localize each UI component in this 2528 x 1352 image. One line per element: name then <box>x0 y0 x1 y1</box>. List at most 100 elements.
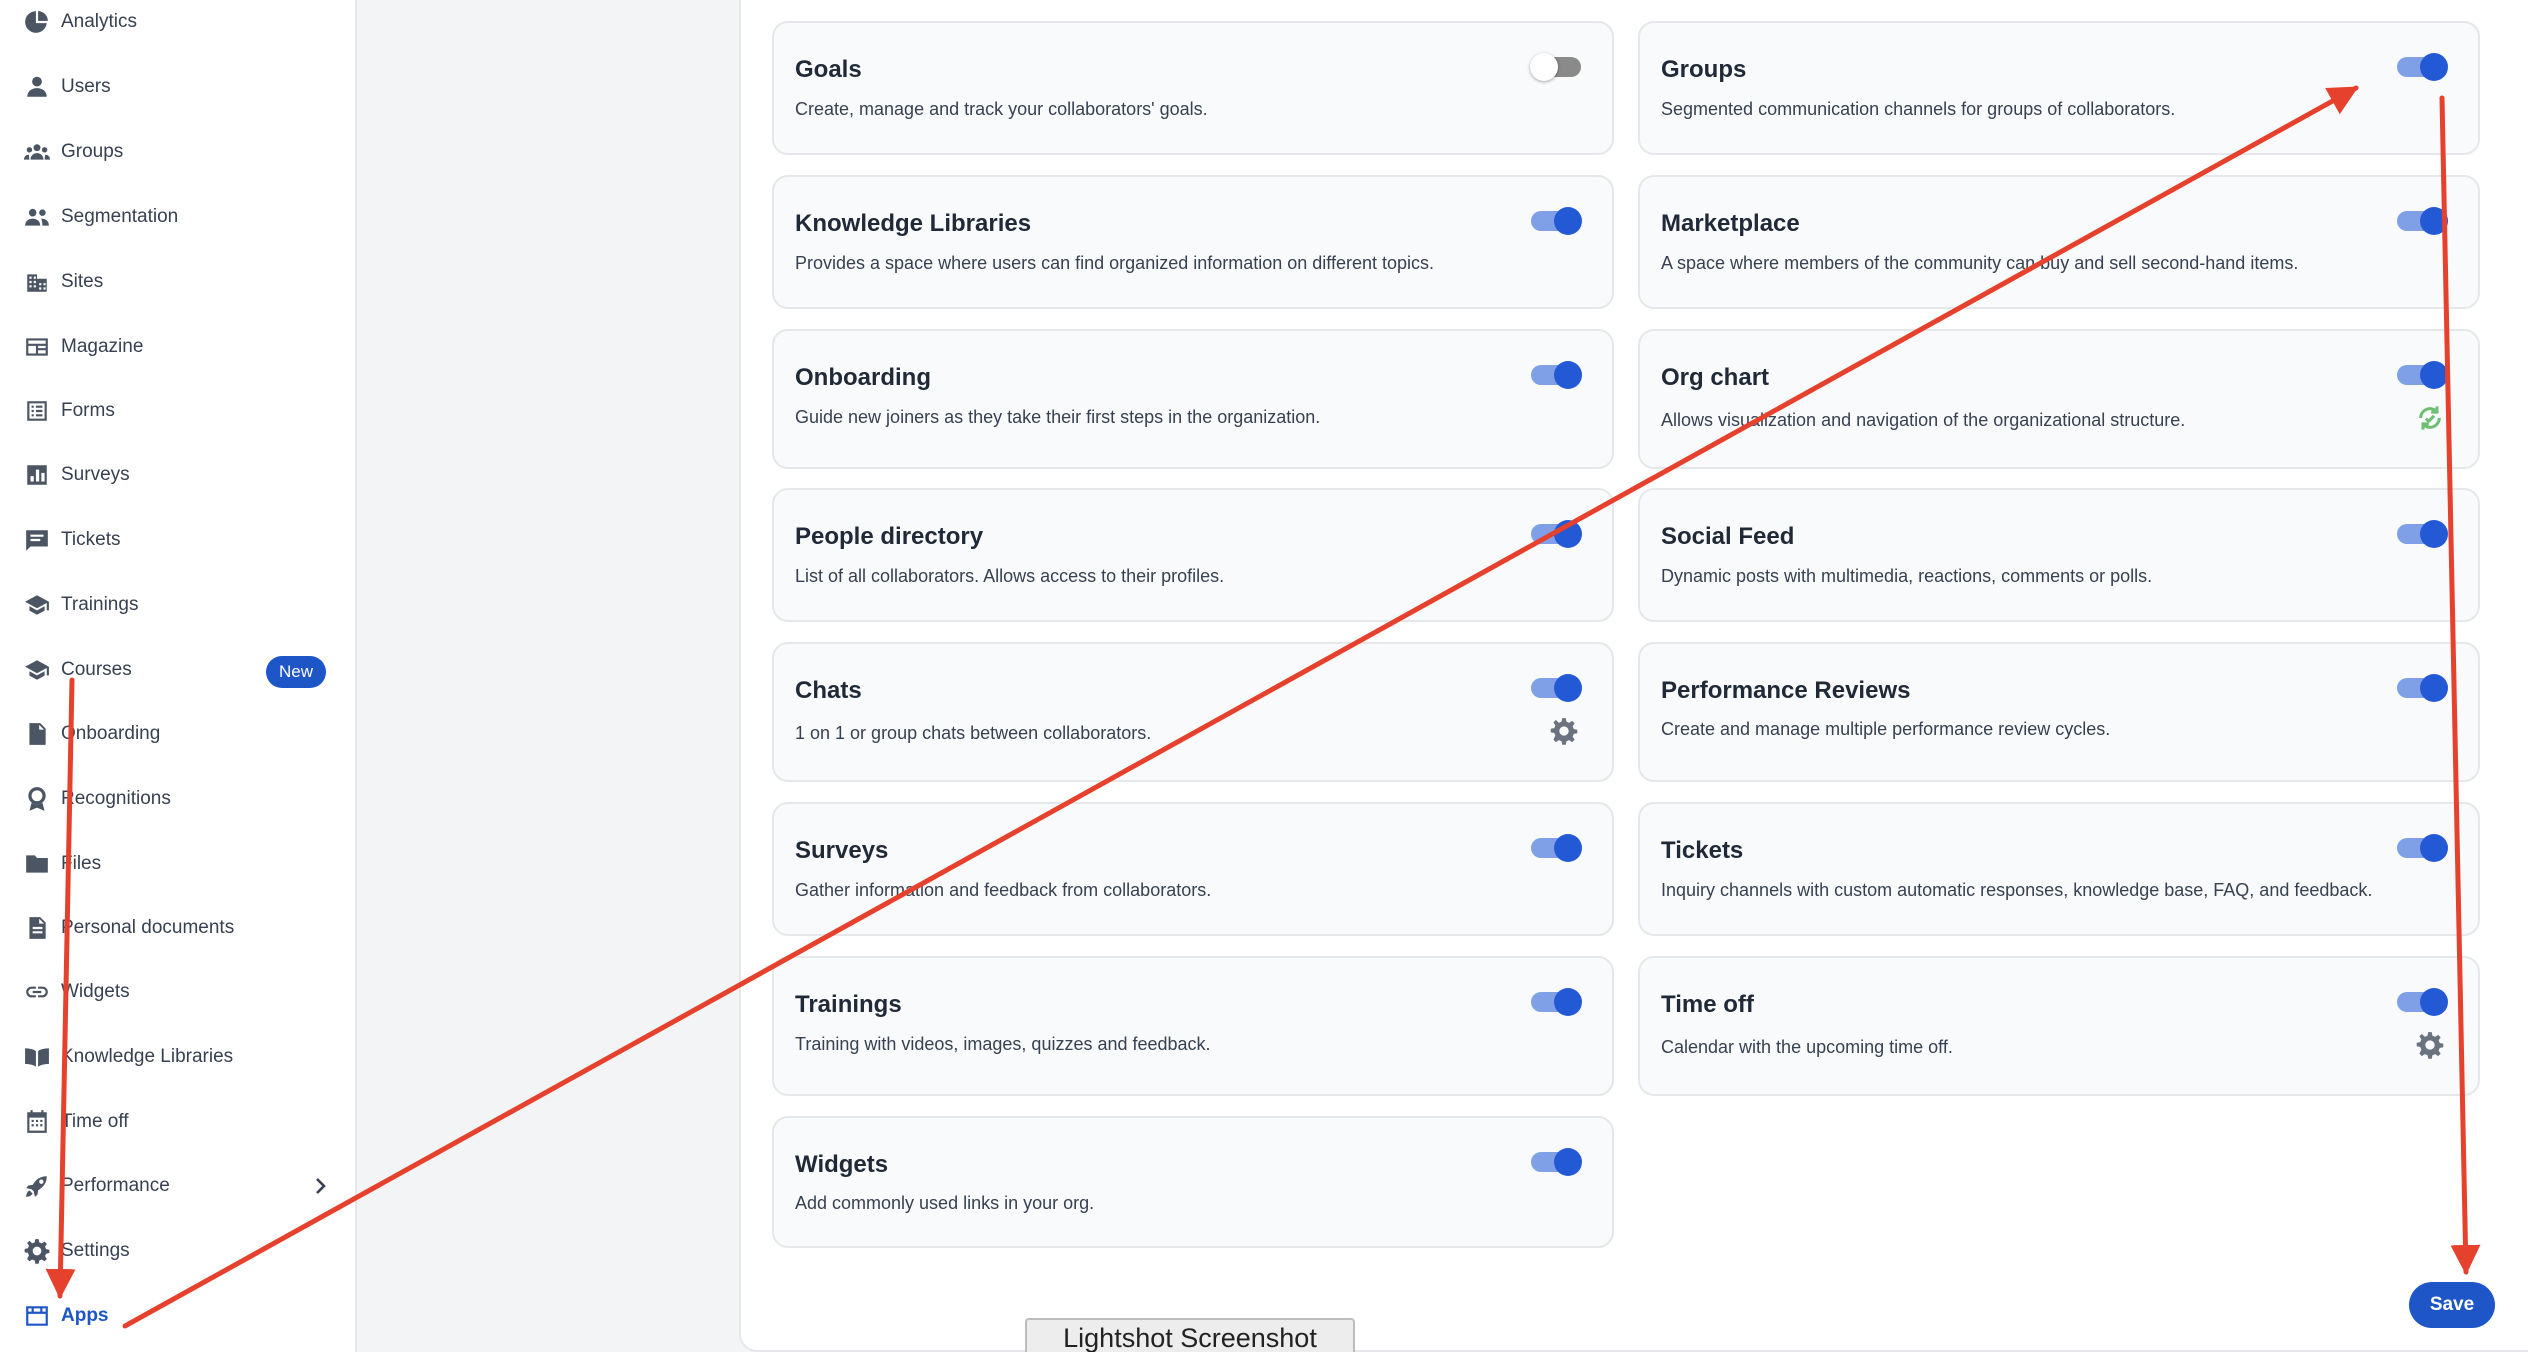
app-title: Tickets <box>1661 837 1744 864</box>
sidebar-item-widgets[interactable]: Widgets <box>0 964 355 1020</box>
gear-icon[interactable] <box>2416 1031 2444 1059</box>
chats-toggle[interactable] <box>1531 674 1582 702</box>
app-description: Guide new joiners as they take their fir… <box>795 407 1321 427</box>
app-description: Calendar with the upcoming time off. <box>1661 1037 1953 1057</box>
sidebar-item-label: Users <box>61 76 111 97</box>
app-title: Social Feed <box>1661 523 1795 550</box>
sidebar-item-tickets[interactable]: Tickets <box>0 512 355 568</box>
app-title: Performance Reviews <box>1661 677 1911 704</box>
app-description: A space where members of the community c… <box>1661 253 2299 273</box>
app-card-trainings: Trainings Training with videos, images, … <box>772 956 1614 1096</box>
social-feed-toggle[interactable] <box>2397 520 2448 548</box>
sidebar-item-settings[interactable]: Settings <box>0 1223 355 1279</box>
marketplace-toggle[interactable] <box>2397 207 2448 235</box>
lightshot-screenshot-tab[interactable]: Lightshot Screenshot <box>1025 1318 1355 1352</box>
sidebar-item-trainings[interactable]: Trainings <box>0 577 355 633</box>
sidebar-item-label: Tickets <box>61 529 121 550</box>
chevron-right-icon[interactable] <box>308 1174 332 1198</box>
sidebar-item-magazine[interactable]: Magazine <box>0 319 355 375</box>
form-icon <box>24 398 50 424</box>
sidebar-item-label: Recognitions <box>61 788 171 809</box>
sidebar-item-label: Trainings <box>61 594 139 615</box>
apps-grid-icon <box>24 1303 50 1329</box>
bar-chart-icon <box>24 462 50 488</box>
graduation-cap-icon <box>24 657 50 683</box>
app-card-groups: Groups Segmented communication channels … <box>1638 21 2480 155</box>
knowledge-libraries-toggle[interactable] <box>1531 207 1582 235</box>
new-badge: New <box>266 656 326 688</box>
performance-reviews-toggle[interactable] <box>2397 674 2448 702</box>
sidebar-item-label: Settings <box>61 1240 130 1261</box>
tickets-toggle[interactable] <box>2397 834 2448 862</box>
sidebar-item-onboarding[interactable]: Onboarding <box>0 706 355 762</box>
rocket-icon <box>24 1173 50 1199</box>
groups-toggle[interactable] <box>2397 53 2448 81</box>
trainings-toggle[interactable] <box>1531 988 1582 1016</box>
chart-pie-icon <box>24 9 50 35</box>
sidebar-item-label: Surveys <box>61 464 130 485</box>
gear-icon <box>24 1238 50 1264</box>
goals-toggle[interactable] <box>1530 53 1581 81</box>
sidebar-item-label: Personal documents <box>61 917 235 938</box>
sidebar-item-sites[interactable]: Sites <box>0 254 355 310</box>
sidebar-item-label: Courses <box>61 659 132 680</box>
sidebar-item-segmentation[interactable]: Segmentation <box>0 189 355 245</box>
sidebar-item-label: Knowledge Libraries <box>61 1046 234 1067</box>
ticket-message-icon <box>24 527 50 553</box>
sidebar-item-label: Groups <box>61 141 124 162</box>
time-off-toggle[interactable] <box>2397 988 2448 1016</box>
book-icon <box>24 1044 50 1070</box>
app-title: Surveys <box>795 837 889 864</box>
app-card-surveys: Surveys Gather information and feedback … <box>772 802 1614 936</box>
sidebar-item-users[interactable]: Users <box>0 59 355 115</box>
app-title: Org chart <box>1661 364 1770 391</box>
app-description: 1 on 1 or group chats between collaborat… <box>795 723 1152 743</box>
sidebar-item-apps[interactable]: Apps <box>0 1288 355 1344</box>
calendar-icon <box>24 1109 50 1135</box>
app-title: People directory <box>795 523 984 550</box>
sidebar-item-label: Sites <box>61 271 104 292</box>
app-title: Knowledge Libraries <box>795 210 1032 237</box>
people-icon <box>24 204 50 230</box>
sidebar-item-performance[interactable]: Performance <box>0 1158 355 1214</box>
save-button[interactable]: Save <box>2409 1282 2495 1328</box>
onboarding-toggle[interactable] <box>1531 361 1582 389</box>
sidebar-item-groups[interactable]: Groups <box>0 124 355 180</box>
sidebar-item-surveys[interactable]: Surveys <box>0 447 355 503</box>
app-card-knowledge-libraries: Knowledge Libraries Provides a space whe… <box>772 175 1614 309</box>
app-description: Inquiry channels with custom automatic r… <box>1661 880 2373 900</box>
link-icon <box>24 979 50 1005</box>
onboarding-doc-icon <box>24 721 50 747</box>
app-title: Chats <box>795 677 862 704</box>
org-chart-toggle[interactable] <box>2397 361 2448 389</box>
app-card-tickets: Tickets Inquiry channels with custom aut… <box>1638 802 2480 936</box>
sidebar-item-courses[interactable]: Courses New <box>0 642 355 698</box>
app-card-widgets: Widgets Add commonly used links in your … <box>772 1116 1614 1248</box>
sidebar-item-label: Files <box>61 853 102 874</box>
app-description: Create, manage and track your collaborat… <box>795 99 1208 119</box>
sidebar-item-label: Segmentation <box>61 206 179 227</box>
app-card-chats: Chats 1 on 1 or group chats between coll… <box>772 642 1614 782</box>
sidebar-item-label: Time off <box>61 1111 129 1132</box>
sidebar-item-forms[interactable]: Forms <box>0 383 355 439</box>
sync-icon[interactable] <box>2416 404 2444 432</box>
sidebar-item-recognitions[interactable]: Recognitions <box>0 771 355 827</box>
people-directory-toggle[interactable] <box>1531 520 1582 548</box>
app-description: Provides a space where users can find or… <box>795 253 1435 273</box>
sidebar-item-knowledge-libraries[interactable]: Knowledge Libraries <box>0 1029 355 1085</box>
gear-icon[interactable] <box>1550 717 1578 745</box>
award-icon <box>24 786 50 812</box>
sidebar-item-time-off[interactable]: Time off <box>0 1094 355 1150</box>
sidebar-item-personal-documents[interactable]: Personal documents <box>0 900 355 956</box>
sidebar-item-label: Analytics <box>61 11 138 32</box>
surveys-toggle[interactable] <box>1531 834 1582 862</box>
app-card-marketplace: Marketplace A space where members of the… <box>1638 175 2480 309</box>
groups-icon <box>24 139 50 165</box>
user-icon <box>24 74 50 100</box>
graduation-cap-icon <box>24 592 50 618</box>
sidebar-item-label: Forms <box>61 400 115 421</box>
widgets-toggle[interactable] <box>1531 1148 1582 1176</box>
sidebar-item-files[interactable]: Files <box>0 836 355 892</box>
app-card-performance-reviews: Performance Reviews Create and manage mu… <box>1638 642 2480 782</box>
sidebar-item-analytics[interactable]: Analytics <box>0 0 355 50</box>
